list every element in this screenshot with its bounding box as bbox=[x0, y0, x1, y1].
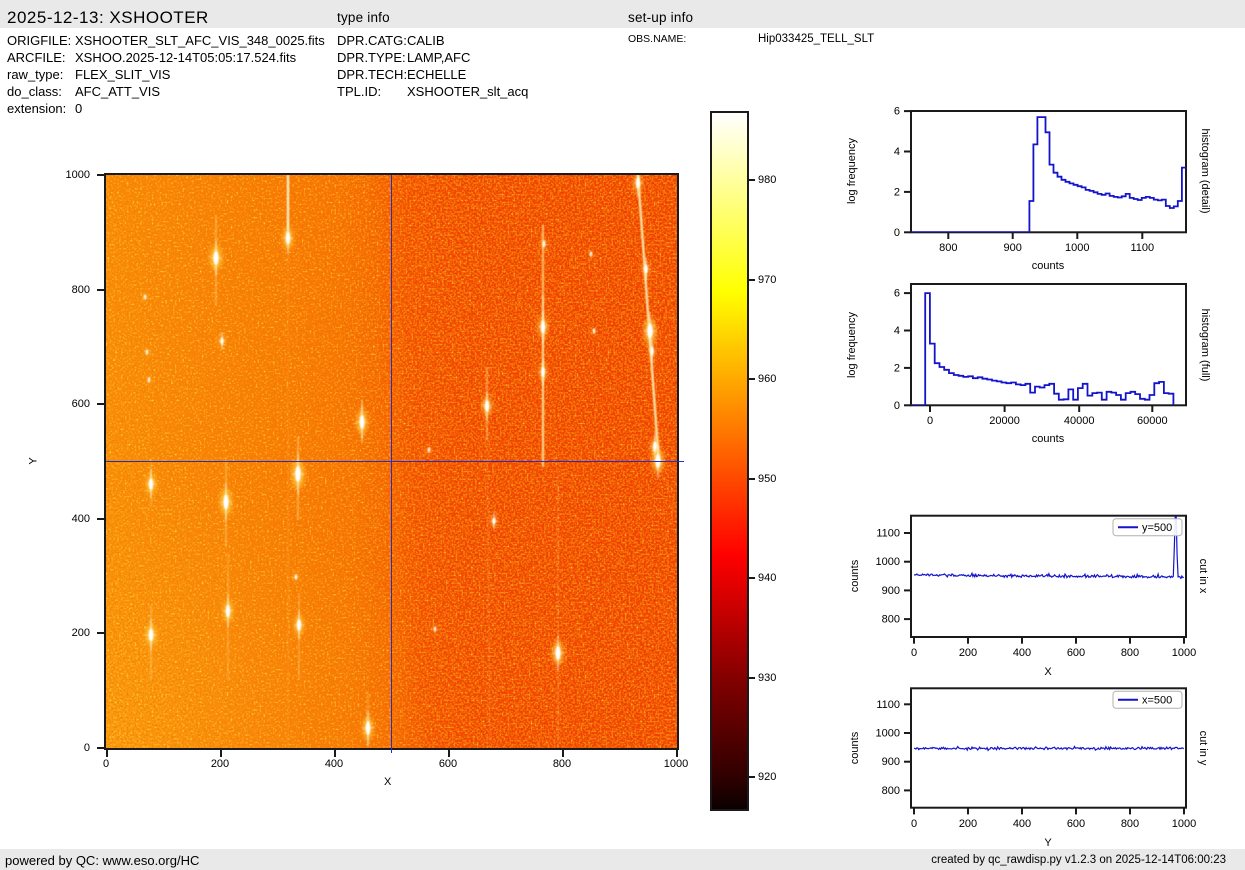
svg-text:x=500: x=500 bbox=[1142, 695, 1172, 707]
svg-text:1000: 1000 bbox=[1065, 242, 1089, 254]
svg-text:histogram (detail): histogram (detail) bbox=[1199, 129, 1211, 214]
svg-text:20000: 20000 bbox=[989, 415, 1020, 427]
svg-text:400: 400 bbox=[1013, 818, 1031, 830]
svg-text:600: 600 bbox=[1067, 818, 1085, 830]
svg-text:800: 800 bbox=[1121, 647, 1139, 659]
svg-text:6: 6 bbox=[894, 288, 900, 300]
svg-text:200: 200 bbox=[959, 647, 977, 659]
svg-text:1100: 1100 bbox=[1130, 242, 1154, 254]
svg-text:0: 0 bbox=[927, 415, 933, 427]
svg-text:40000: 40000 bbox=[1064, 415, 1095, 427]
svg-text:4: 4 bbox=[894, 325, 900, 337]
svg-text:900: 900 bbox=[1004, 242, 1022, 254]
svg-text:800: 800 bbox=[1121, 818, 1139, 830]
svg-text:900: 900 bbox=[882, 585, 900, 597]
svg-text:1000: 1000 bbox=[1172, 818, 1196, 830]
svg-text:0: 0 bbox=[911, 818, 917, 830]
svg-text:4: 4 bbox=[894, 146, 900, 158]
svg-text:60000: 60000 bbox=[1137, 415, 1168, 427]
svg-text:0: 0 bbox=[894, 227, 900, 239]
svg-text:0: 0 bbox=[894, 400, 900, 412]
svg-text:2: 2 bbox=[894, 186, 900, 198]
svg-text:1000: 1000 bbox=[1172, 647, 1196, 659]
svg-text:cut in x: cut in x bbox=[1197, 559, 1209, 594]
svg-text:y=500: y=500 bbox=[1142, 522, 1172, 534]
svg-text:counts: counts bbox=[849, 559, 861, 592]
svg-text:0: 0 bbox=[911, 647, 917, 659]
svg-text:600: 600 bbox=[1067, 647, 1085, 659]
svg-text:6: 6 bbox=[894, 106, 900, 118]
svg-text:800: 800 bbox=[882, 785, 900, 797]
svg-text:200: 200 bbox=[959, 818, 977, 830]
svg-text:log frequency: log frequency bbox=[846, 311, 858, 378]
svg-text:400: 400 bbox=[1013, 647, 1031, 659]
svg-text:1100: 1100 bbox=[876, 699, 900, 711]
svg-text:counts: counts bbox=[849, 731, 861, 764]
svg-text:1000: 1000 bbox=[876, 556, 900, 568]
svg-text:2: 2 bbox=[894, 362, 900, 374]
svg-text:800: 800 bbox=[939, 242, 957, 254]
svg-text:1000: 1000 bbox=[876, 728, 900, 740]
svg-text:1100: 1100 bbox=[876, 528, 900, 540]
svg-text:counts: counts bbox=[1032, 433, 1065, 445]
svg-text:log frequency: log frequency bbox=[846, 137, 858, 204]
svg-text:cut in y: cut in y bbox=[1197, 731, 1209, 766]
svg-text:Y: Y bbox=[1044, 837, 1052, 848]
svg-text:histogram (full): histogram (full) bbox=[1199, 309, 1211, 382]
svg-text:800: 800 bbox=[882, 614, 900, 626]
svg-text:900: 900 bbox=[882, 756, 900, 768]
